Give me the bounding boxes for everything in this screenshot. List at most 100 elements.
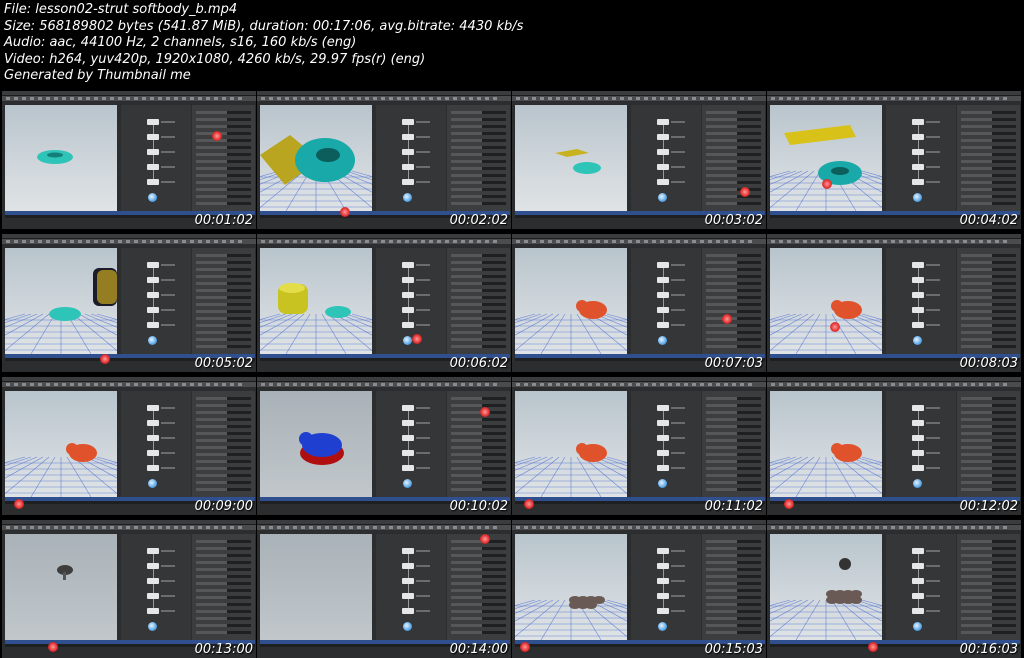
- network-node-label: [671, 264, 685, 266]
- toolbar-icon: [628, 526, 632, 529]
- parameter-row: [196, 589, 251, 592]
- toolbar-icon: [612, 526, 616, 529]
- toolbar-icon: [883, 97, 887, 100]
- parameter-row: [961, 488, 1016, 491]
- toolbar-icon: [875, 383, 879, 386]
- video-thumbnail: 00:03:02: [512, 91, 766, 229]
- network-node-label: [926, 279, 940, 281]
- scene-render: [260, 283, 372, 354]
- toolbar-icon: [373, 97, 377, 100]
- network-node-label: [926, 565, 940, 567]
- toolbar-icon: [787, 97, 791, 100]
- toolbar-icon: [381, 526, 385, 529]
- toolbar-icon: [198, 526, 202, 529]
- toolbar-icon: [62, 97, 66, 100]
- toolbar-icon: [78, 383, 82, 386]
- parameter-field: [482, 160, 506, 163]
- network-wire: [153, 441, 154, 450]
- parameter-field: [482, 261, 506, 264]
- mushroom-stem: [63, 572, 66, 580]
- parameter-row: [196, 268, 251, 271]
- network-node-label: [671, 565, 685, 567]
- parameter-row: [451, 481, 506, 484]
- toolbar-icon: [70, 383, 74, 386]
- parameter-row: [196, 488, 251, 491]
- parameter-field: [737, 310, 761, 313]
- toolbar-icon: [6, 240, 10, 243]
- network-wire: [663, 599, 664, 608]
- parameter-row: [451, 446, 506, 449]
- parameter-row: [961, 275, 1016, 278]
- parameter-row: [451, 254, 506, 257]
- parameter-row: [451, 261, 506, 264]
- thumbnail-timestamp: 00:12:02: [959, 499, 1018, 514]
- toolbar-icon: [22, 526, 26, 529]
- video-thumbnail: 00:07:03: [512, 234, 766, 372]
- toolbar-icon: [724, 240, 728, 243]
- toolbar-icon: [923, 240, 927, 243]
- parameter-row: [196, 188, 251, 191]
- parameter-pane: [447, 248, 510, 354]
- parameter-row: [196, 146, 251, 149]
- toolbar-icon: [206, 383, 210, 386]
- parameter-row: [961, 624, 1016, 627]
- parameter-row: [706, 153, 761, 156]
- network-wire: [918, 140, 919, 149]
- mouse-cursor-highlight: [412, 334, 422, 344]
- toolbar-icon: [708, 97, 712, 100]
- app-toolbar: [2, 96, 256, 101]
- parameter-field: [227, 467, 251, 470]
- parameter-field: [227, 575, 251, 578]
- toolbar-icon: [867, 240, 871, 243]
- toolbar-icon: [668, 240, 672, 243]
- parameter-row: [961, 132, 1016, 135]
- parameter-field: [227, 289, 251, 292]
- toolbar-icon: [485, 97, 489, 100]
- network-node-label: [161, 324, 175, 326]
- toolbar-icon: [740, 383, 744, 386]
- toolbar-icon: [947, 383, 951, 386]
- parameter-field: [482, 345, 506, 348]
- parameter-row: [451, 554, 506, 557]
- toolbar-icon: [923, 383, 927, 386]
- scene-render: [57, 565, 73, 580]
- toolbar-icon: [588, 240, 592, 243]
- toolbar-icon: [708, 383, 712, 386]
- parameter-field: [227, 317, 251, 320]
- scene-render: [515, 300, 627, 354]
- toolbar-icon: [325, 240, 329, 243]
- toolbar-icon: [102, 240, 106, 243]
- parameter-row: [196, 561, 251, 564]
- network-node-label: [926, 580, 940, 582]
- parameter-row: [706, 554, 761, 557]
- parameter-field: [992, 589, 1016, 592]
- torus-shape: [325, 306, 351, 318]
- parameter-field: [227, 125, 251, 128]
- toolbar-icon: [740, 526, 744, 529]
- toolbar-icon: [150, 97, 154, 100]
- toolbar-icon: [572, 526, 576, 529]
- toolbar-icon: [979, 383, 983, 386]
- network-node-label: [161, 467, 175, 469]
- toolbar-icon: [86, 97, 90, 100]
- toolbar-icon: [787, 526, 791, 529]
- parameter-field: [737, 624, 761, 627]
- toolbar-icon: [261, 97, 265, 100]
- toolbar-icon: [979, 97, 983, 100]
- parameter-pane: [702, 391, 765, 497]
- toolbar-icon: [373, 240, 377, 243]
- scene-render: [515, 596, 627, 640]
- app-toolbar: [257, 96, 511, 101]
- toolbar-icon: [230, 97, 234, 100]
- toolbar-icon: [349, 526, 353, 529]
- parameter-field: [992, 453, 1016, 456]
- parameter-row: [196, 181, 251, 184]
- parameter-row: [196, 453, 251, 456]
- mouse-cursor-highlight: [822, 179, 832, 189]
- output-node-icon: [658, 622, 667, 631]
- parameter-field: [482, 474, 506, 477]
- toolbar-icon: [708, 240, 712, 243]
- toolbar-icon: [660, 383, 664, 386]
- parameter-row: [961, 289, 1016, 292]
- mouse-cursor-highlight: [722, 314, 732, 324]
